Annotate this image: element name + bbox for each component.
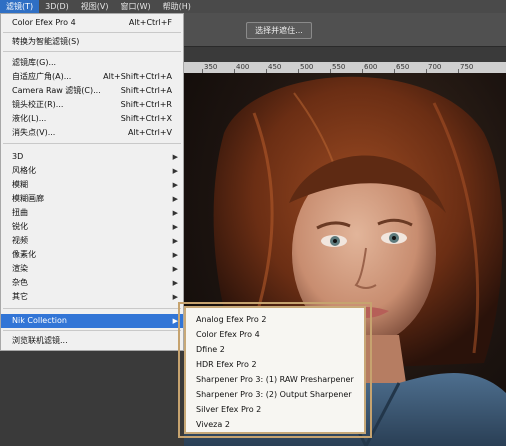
menu-item-label: 锐化	[12, 222, 28, 231]
submenu-arrow-icon: ▶	[172, 251, 178, 259]
submenu-item-silver-efex[interactable]: Silver Efex Pro 2	[196, 403, 261, 416]
submenu-arrow-icon: ▶	[172, 153, 178, 161]
nik-collection-submenu: Analog Efex Pro 2 Color Efex Pro 4 Dfine…	[184, 306, 366, 434]
submenu-arrow-icon: ▶	[172, 181, 178, 189]
submenu-item-color-efex[interactable]: Color Efex Pro 4	[196, 328, 260, 341]
menu-item-label: 风格化	[12, 166, 36, 175]
menu-3d[interactable]: 3D(D)	[39, 0, 75, 13]
menu-item-vanishing-point[interactable]: 消失点(V)... Alt+Ctrl+V	[1, 126, 183, 140]
menu-item-shortcut: Shift+Ctrl+X	[120, 114, 172, 123]
menu-item-label: 杂色	[12, 278, 28, 287]
submenu-arrow-icon: ▶	[172, 195, 178, 203]
menu-item-shortcut: Shift+Ctrl+A	[120, 86, 172, 95]
menu-item-3d[interactable]: 3D ▶	[1, 150, 183, 164]
menu-item-label: Color Efex Pro 4	[12, 18, 76, 27]
menu-item-lens-correction[interactable]: 镜头校正(R)... Shift+Ctrl+R	[1, 98, 183, 112]
menu-item-label: 自适应广角(A)...	[12, 72, 72, 81]
menu-separator	[3, 308, 181, 309]
menu-item-sharpen[interactable]: 锐化 ▶	[1, 220, 183, 234]
menu-item-shortcut: Alt+Ctrl+F	[128, 18, 172, 27]
menu-item-camera-raw[interactable]: Camera Raw 滤镜(C)... Shift+Ctrl+A	[1, 84, 183, 98]
menu-separator	[3, 143, 181, 144]
menu-window[interactable]: 窗口(W)	[115, 0, 157, 13]
menu-item-color-efex-last[interactable]: Color Efex Pro 4 Alt+Ctrl+F	[1, 16, 183, 30]
submenu-arrow-icon: ▶	[172, 265, 178, 273]
menu-item-label: 液化(L)...	[12, 114, 47, 123]
menu-item-label: 像素化	[12, 250, 36, 259]
menu-help[interactable]: 帮助(H)	[157, 0, 197, 13]
ruler-tick: 450	[268, 63, 282, 71]
menu-item-stylize[interactable]: 风格化 ▶	[1, 164, 183, 178]
menu-item-other[interactable]: 其它 ▶	[1, 290, 183, 304]
ruler-tick: 750	[460, 63, 474, 71]
menu-item-liquify[interactable]: 液化(L)... Shift+Ctrl+X	[1, 112, 183, 126]
select-and-mask-button[interactable]: 选择并遮住...	[246, 22, 312, 39]
menu-item-label: 3D	[12, 152, 24, 161]
submenu-item-dfine[interactable]: Dfine 2	[196, 343, 225, 356]
menu-item-label: Nik Collection	[12, 316, 67, 325]
menu-item-shortcut: Shift+Ctrl+R	[120, 100, 172, 109]
menu-filter[interactable]: 滤镜(T)	[0, 0, 40, 13]
menu-item-label: 视频	[12, 236, 28, 245]
menu-item-nik-collection[interactable]: Nik Collection ▶	[1, 314, 183, 328]
submenu-item-viveza[interactable]: Viveza 2	[196, 418, 230, 431]
ruler-tick: 650	[396, 63, 410, 71]
submenu-arrow-icon: ▶	[172, 279, 178, 287]
filter-menu: Color Efex Pro 4 Alt+Ctrl+F 转换为智能滤镜(S) 滤…	[0, 13, 184, 351]
submenu-arrow-icon: ▶	[172, 317, 178, 325]
menu-item-label: 模糊画廊	[12, 194, 44, 203]
submenu-arrow-icon: ▶	[172, 293, 178, 301]
menu-separator	[3, 51, 181, 52]
menu-item-label: 消失点(V)...	[12, 128, 56, 137]
ruler-tick: 550	[332, 63, 346, 71]
menu-separator	[3, 330, 181, 331]
menu-item-video[interactable]: 视频 ▶	[1, 234, 183, 248]
menu-item-label: 滤镜库(G)...	[12, 58, 57, 67]
menu-item-label: 扭曲	[12, 208, 28, 217]
options-bar: 选择并遮住...	[184, 13, 506, 47]
submenu-arrow-icon: ▶	[172, 223, 178, 231]
ruler-tick: 350	[204, 63, 218, 71]
menu-separator	[3, 32, 181, 33]
menu-item-browse-online-filters[interactable]: 浏览联机滤镜...	[1, 334, 183, 348]
menu-item-label: 其它	[12, 292, 28, 301]
submenu-item-sharpener-output[interactable]: Sharpener Pro 3: (2) Output Sharpener	[196, 388, 352, 401]
menu-bar: 滤镜(T) 3D(D) 视图(V) 窗口(W) 帮助(H)	[0, 0, 506, 14]
menu-item-label: 渲染	[12, 264, 28, 273]
menu-item-filter-gallery[interactable]: 滤镜库(G)...	[1, 56, 183, 70]
menu-item-label: 模糊	[12, 180, 28, 189]
menu-item-label: 转换为智能滤镜(S)	[12, 37, 80, 46]
submenu-item-analog-efex[interactable]: Analog Efex Pro 2	[196, 313, 266, 326]
ruler-tick: 500	[300, 63, 314, 71]
menu-view[interactable]: 视图(V)	[75, 0, 115, 13]
ruler-tick: 700	[428, 63, 442, 71]
menu-item-label: 镜头校正(R)...	[12, 100, 64, 109]
menu-item-adaptive-wide-angle[interactable]: 自适应广角(A)... Alt+Shift+Ctrl+A	[1, 70, 183, 84]
menu-item-blur[interactable]: 模糊 ▶	[1, 178, 183, 192]
ruler-tick: 400	[236, 63, 250, 71]
submenu-arrow-icon: ▶	[172, 167, 178, 175]
menu-item-convert-smart-filter[interactable]: 转换为智能滤镜(S)	[1, 35, 183, 49]
submenu-item-hdr-efex[interactable]: HDR Efex Pro 2	[196, 358, 257, 371]
ruler-tick: 600	[364, 63, 378, 71]
menu-item-shortcut: Alt+Shift+Ctrl+A	[103, 72, 172, 81]
menu-item-shortcut: Alt+Ctrl+V	[128, 128, 172, 137]
menu-item-render[interactable]: 渲染 ▶	[1, 262, 183, 276]
menu-item-pixelate[interactable]: 像素化 ▶	[1, 248, 183, 262]
menu-item-blur-gallery[interactable]: 模糊画廊 ▶	[1, 192, 183, 206]
submenu-arrow-icon: ▶	[172, 209, 178, 217]
submenu-item-sharpener-raw[interactable]: Sharpener Pro 3: (1) RAW Presharpener	[196, 373, 354, 386]
menu-item-label: 浏览联机滤镜...	[12, 336, 68, 345]
menu-item-noise[interactable]: 杂色 ▶	[1, 276, 183, 290]
menu-item-distort[interactable]: 扭曲 ▶	[1, 206, 183, 220]
submenu-arrow-icon: ▶	[172, 237, 178, 245]
menu-item-label: Camera Raw 滤镜(C)...	[12, 86, 101, 95]
